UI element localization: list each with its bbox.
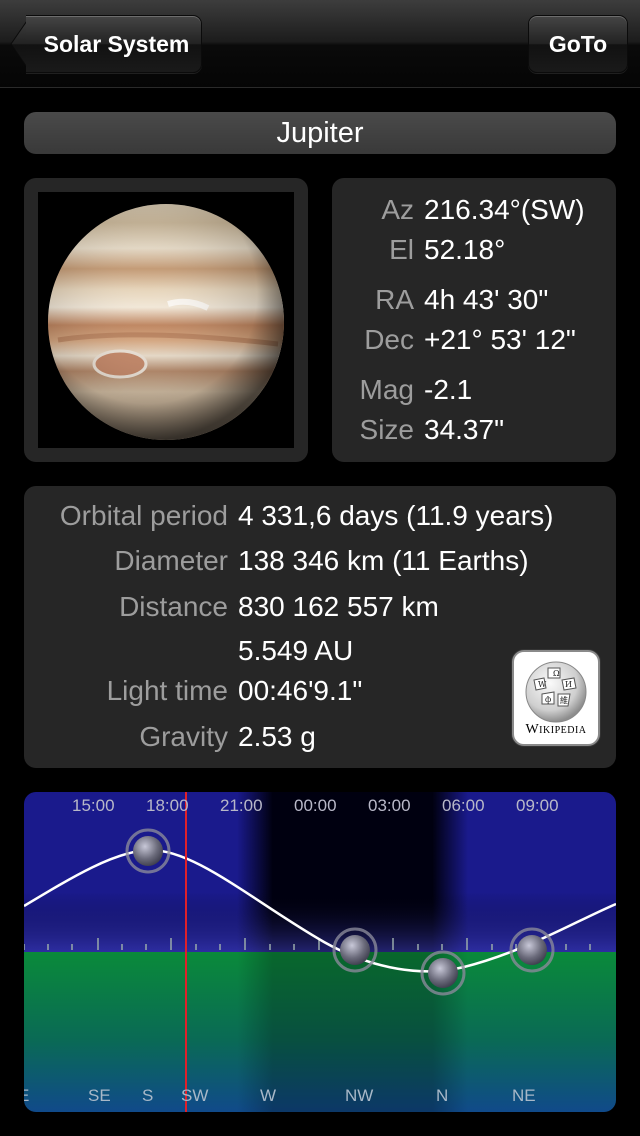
planet-image-panel — [24, 178, 308, 462]
distance-km-value: 830 162 557 km — [238, 591, 439, 622]
elevation-label: El — [389, 234, 414, 265]
time-tick-label: 03:00 — [368, 796, 411, 815]
time-tick-label: 00:00 — [294, 796, 337, 815]
dec-value: +21° 53' 12" — [424, 324, 576, 355]
wikipedia-label: Wikipedia — [525, 722, 587, 737]
ra-row: RA 4h 43' 30" — [332, 284, 616, 318]
magnitude-label: Mag — [359, 374, 414, 405]
light-time-value: 00:46'9.1" — [238, 675, 363, 706]
time-tick-label: 15:00 — [72, 796, 115, 815]
size-label: Size — [359, 414, 414, 445]
ra-label: RA — [375, 284, 414, 315]
planet-image — [38, 192, 294, 448]
dec-label: Dec — [364, 324, 414, 355]
svg-text:ф: ф — [545, 695, 551, 704]
direction-label: N — [436, 1086, 449, 1105]
time-tick-label: 09:00 — [516, 796, 559, 815]
altitude-chart[interactable]: 15:00 18:00 21:00 00:00 03:00 06:00 09:0… — [24, 792, 616, 1112]
goto-button-label: GoTo — [548, 31, 608, 57]
elevation-row: El 52.18° — [332, 234, 616, 268]
coordinates-panel: Az 216.34°(SW) El 52.18° RA 4h 43' 30" D… — [332, 178, 616, 462]
light-time-label: Light time — [106, 675, 228, 706]
goto-button[interactable]: GoTo — [528, 15, 628, 73]
jupiter-icon — [48, 204, 284, 440]
svg-text:維: 維 — [560, 695, 568, 705]
direction-label: NE — [512, 1086, 536, 1105]
svg-text:И: И — [565, 680, 572, 689]
azimuth-value: 216.34°(SW) — [424, 194, 585, 225]
distance-label: Distance — [119, 591, 228, 622]
orbital-period-value: 4 331,6 days (11.9 years) — [238, 500, 554, 531]
time-tick-label: 18:00 — [146, 796, 189, 815]
elevation-value: 52.18° — [424, 234, 506, 265]
dec-row: Dec +21° 53' 12" — [332, 324, 616, 358]
direction-label: NW — [345, 1086, 374, 1105]
magnitude-value: -2.1 — [424, 374, 473, 405]
object-title: Jupiter — [24, 112, 616, 154]
orbital-period-label: Orbital period — [59, 500, 228, 531]
size-row: Size 34.37" — [332, 414, 616, 448]
direction-label: SE — [88, 1086, 111, 1105]
wikipedia-button[interactable]: Ω W И ф 維 Wikipedia — [512, 650, 600, 746]
direction-label: S — [142, 1086, 154, 1105]
direction-label: SW — [181, 1086, 209, 1105]
navigation-bar: Solar System GoTo — [0, 0, 640, 88]
magnitude-row: Mag -2.1 — [332, 374, 616, 408]
altitude-chart-canvas — [24, 792, 616, 1112]
diameter-label: Diameter — [114, 545, 228, 576]
time-tick-label: 21:00 — [220, 796, 263, 815]
size-value: 34.37" — [424, 414, 505, 445]
back-button-label: Solar System — [43, 31, 190, 57]
gravity-label: Gravity — [139, 721, 228, 752]
direction-label: E — [24, 1086, 29, 1106]
svg-text:Ω: Ω — [553, 669, 560, 678]
gravity-value: 2.53 g — [238, 721, 316, 752]
azimuth-row: Az 216.34°(SW) — [332, 194, 616, 228]
time-tick-label: 06:00 — [442, 796, 485, 815]
back-button[interactable]: Solar System — [26, 15, 202, 73]
azimuth-label: Az — [381, 194, 414, 225]
svg-text:W: W — [538, 680, 547, 689]
direction-label: W — [260, 1086, 277, 1105]
ra-value: 4h 43' 30" — [424, 284, 549, 315]
distance-au-value: 5.549 AU — [238, 635, 354, 666]
wikipedia-globe-icon: Ω W И ф 維 — [525, 661, 587, 723]
diameter-value: 138 346 km (11 Earths) — [238, 545, 529, 576]
